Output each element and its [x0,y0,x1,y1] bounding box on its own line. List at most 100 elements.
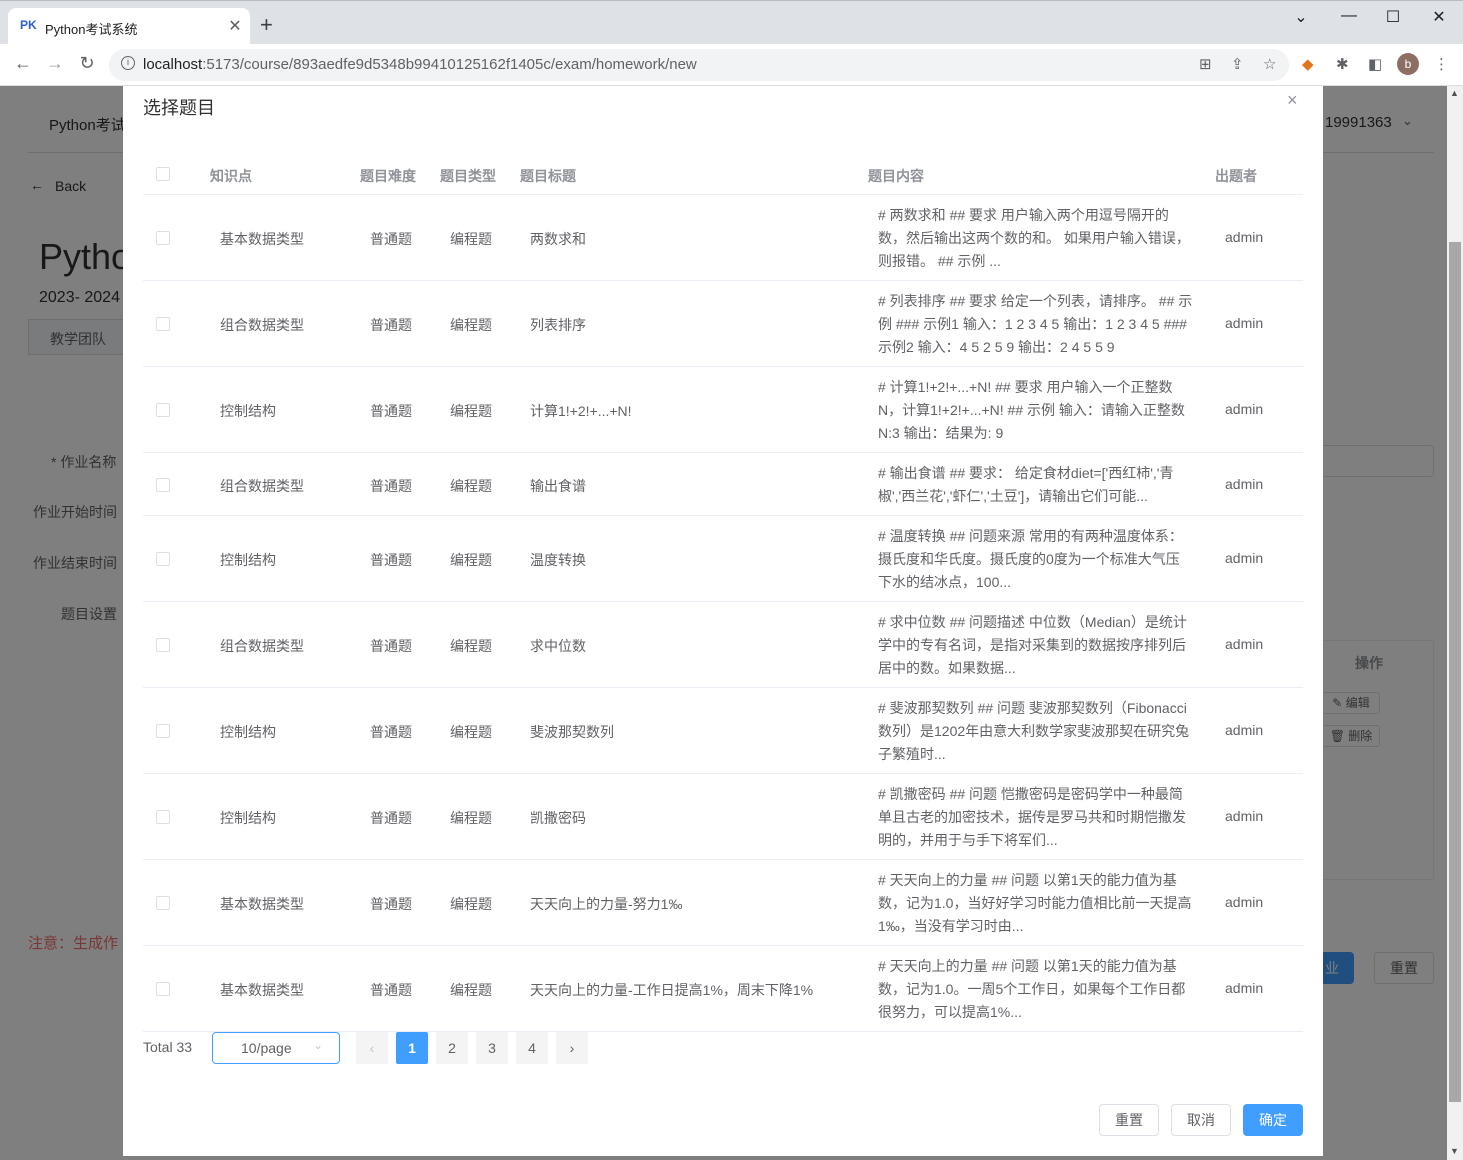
row-checkbox[interactable] [156,810,170,824]
scroll-down-icon[interactable]: ▼ [1450,1146,1459,1156]
row-difficulty: 普通题 [370,724,412,740]
row-author: admin [1225,894,1264,910]
row-title: 列表排序 [530,317,586,333]
favicon-icon: PK [20,18,37,32]
next-page-button[interactable]: › [556,1032,588,1064]
row-title: 天天向上的力量-工作日提高1%，周末下降1% [530,982,814,998]
question-table-body: 基本数据类型 普通题 编程题 两数求和 # 两数求和 ## 要求 用户输入两个用逗号隔开… [143,195,1303,1032]
row-difficulty: 普通题 [370,403,412,419]
col-author: 出题者 [1215,168,1257,184]
scroll-thumb[interactable] [1449,242,1461,1102]
row-content: # 计算1!+2!+...+N! ## 要求 用户输入一个正整数N，计算1!+2… [878,379,1185,441]
table-row[interactable]: 控制结构 普通题 编程题 计算1!+2!+...+N! # 计算1!+2!+...+N!… [143,367,1303,453]
table-row[interactable]: 控制结构 普通题 编程题 温度转换 # 温度转换 ## 问题来源 常用的有两种温度体系：… [143,516,1303,602]
row-type: 编程题 [450,982,492,998]
table-header: 知识点 题目难度 题目类型 题目标题 题目内容 出题者 [143,154,1303,195]
select-all-checkbox[interactable] [156,167,170,181]
row-topic: 控制结构 [220,552,276,568]
row-type: 编程题 [450,896,492,912]
page-button-2[interactable]: 2 [436,1032,468,1064]
row-author: admin [1225,636,1264,652]
browser-tab[interactable]: PK Python考试系统 ✕ [8,8,250,45]
tab-close-icon[interactable]: ✕ [226,16,244,36]
translate-icon[interactable]: ⊞ [1199,55,1212,73]
dialog-title: 选择题目 [143,98,215,118]
page-scrollbar[interactable]: ▲ ▼ [1447,86,1463,1160]
forward-arrow-icon[interactable]: → [44,53,66,74]
row-title: 计算1!+2!+...+N! [530,403,632,419]
prev-page-button[interactable]: ‹ [356,1032,388,1064]
row-content: # 两数求和 ## 要求 用户输入两个用逗号隔开的数，然后输出这两个数的和。 如… [878,207,1190,269]
pagination: Total 33 10/page ⌄ ‹ 1 2 3 4 › [143,1032,743,1064]
scroll-up-icon[interactable]: ▲ [1450,88,1459,98]
window-close-icon[interactable]: ✕ [1424,7,1454,27]
table-row[interactable]: 组合数据类型 普通题 编程题 求中位数 # 求中位数 ## 问题描述 中位数（Media… [143,602,1303,688]
row-title: 凯撒密码 [530,810,586,826]
row-content: # 天天向上的力量 ## 问题 以第1天的能力值为基数，记为1.0，当好好学习时… [878,872,1192,934]
table-row[interactable]: 控制结构 普通题 编程题 凯撒密码 # 凯撒密码 ## 问题 恺撒密码是密码学中一种最简… [143,774,1303,860]
new-tab-icon[interactable]: + [260,14,273,36]
more-menu-icon[interactable]: ⋮ [1434,55,1449,73]
row-title: 天天向上的力量-努力1‰ [530,896,683,912]
side-panel-icon[interactable]: ◧ [1368,55,1382,73]
url-input[interactable]: i localhost:5173/course/893aedfe9d5348b9… [109,49,1289,81]
row-checkbox[interactable] [156,638,170,652]
row-title: 两数求和 [530,231,586,247]
row-title: 求中位数 [530,638,586,654]
row-author: admin [1225,315,1264,331]
page-button-1[interactable]: 1 [396,1032,428,1064]
chevron-down-icon: ⌄ [313,1038,324,1052]
col-difficulty: 题目难度 [360,168,416,184]
extensions-puzzle-icon[interactable]: ✱ [1336,55,1349,73]
col-title: 题目标题 [520,168,576,184]
table-row[interactable]: 基本数据类型 普通题 编程题 天天向上的力量-工作日提高1%，周末下降1% # 天天向上… [143,946,1303,1032]
url-text: localhost:5173/course/893aedfe9d5348b994… [143,56,697,73]
row-checkbox[interactable] [156,724,170,738]
row-type: 编程题 [450,403,492,419]
bookmark-star-icon[interactable]: ☆ [1263,55,1276,73]
share-icon[interactable]: ⇪ [1231,55,1244,73]
row-checkbox[interactable] [156,231,170,245]
page-size-value: 10/page [241,1040,292,1056]
row-type: 编程题 [450,478,492,494]
row-type: 编程题 [450,724,492,740]
row-difficulty: 普通题 [370,552,412,568]
reload-icon[interactable]: ↻ [76,53,98,74]
row-author: admin [1225,476,1264,492]
dialog-close-icon[interactable]: × [1287,90,1298,111]
row-checkbox[interactable] [156,317,170,331]
reset-button[interactable]: 重置 [1099,1104,1159,1136]
cancel-button[interactable]: 取消 [1171,1104,1231,1136]
row-checkbox[interactable] [156,982,170,996]
row-content: # 温度转换 ## 问题来源 常用的有两种温度体系：摄氏度和华氏度。摄氏度的0度… [878,528,1183,590]
row-topic: 组合数据类型 [220,478,304,494]
profile-avatar[interactable]: b [1397,53,1419,75]
back-arrow-icon[interactable]: ← [12,53,34,74]
row-topic: 控制结构 [220,810,276,826]
table-row[interactable]: 组合数据类型 普通题 编程题 列表排序 # 列表排序 ## 要求 给定一个列表，请排序。… [143,281,1303,367]
row-checkbox[interactable] [156,403,170,417]
table-row[interactable]: 基本数据类型 普通题 编程题 两数求和 # 两数求和 ## 要求 用户输入两个用逗号隔开… [143,195,1303,281]
tab-search-icon[interactable]: ⌄ [1286,7,1316,27]
table-row[interactable]: 组合数据类型 普通题 编程题 输出食谱 # 输出食谱 ## 要求： 给定食材diet=[… [143,453,1303,516]
table-row[interactable]: 控制结构 普通题 编程题 斐波那契数列 # 斐波那契数列 ## 问题 斐波那契数列（Fi… [143,688,1303,774]
pagination-total: Total 33 [143,1039,193,1055]
select-question-dialog: 选择题目 × 知识点 题目难度 题目类型 题目标题 题目内容 出题者 基本数据类… [123,86,1323,1156]
row-content: # 求中位数 ## 问题描述 中位数（Median）是统计学中的专有名词，是指对… [878,614,1187,676]
row-topic: 基本数据类型 [220,896,304,912]
page-button-3[interactable]: 3 [476,1032,508,1064]
row-checkbox[interactable] [156,478,170,492]
minimize-icon[interactable]: — [1334,7,1364,25]
row-content: # 斐波那契数列 ## 问题 斐波那契数列（Fibonacci数列）是1202年… [878,700,1190,762]
maximize-icon[interactable]: ☐ [1378,7,1408,27]
row-content: # 输出食谱 ## 要求： 给定食材diet=['西红柿','青椒','西兰花'… [878,465,1174,504]
confirm-button[interactable]: 确定 [1243,1104,1303,1136]
row-type: 编程题 [450,638,492,654]
page-size-select[interactable]: 10/page ⌄ [212,1032,340,1064]
page-button-4[interactable]: 4 [516,1032,548,1064]
site-info-icon[interactable]: i [121,56,135,70]
row-checkbox[interactable] [156,552,170,566]
metamask-extension-icon[interactable]: ◆ [1302,55,1314,73]
table-row[interactable]: 基本数据类型 普通题 编程题 天天向上的力量-努力1‰ # 天天向上的力量 ## 问题 … [143,860,1303,946]
row-checkbox[interactable] [156,896,170,910]
